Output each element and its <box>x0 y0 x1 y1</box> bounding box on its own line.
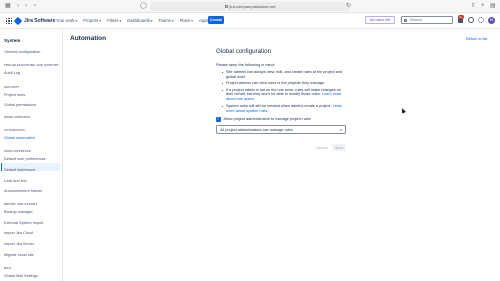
shield-icon[interactable]: ◯ <box>140 3 147 10</box>
cancel-button[interactable]: Cancel <box>314 144 329 151</box>
page-title: Automation <box>70 35 107 42</box>
address-bar[interactable]: jira.company.atlassian.net <box>150 2 350 11</box>
mouse-cursor <box>400 107 406 114</box>
search-input[interactable]: Search <box>401 16 453 24</box>
sidebar-item-global-permissions[interactable]: Global permissions <box>4 103 36 107</box>
list-item-text: System rules will still be created when … <box>226 103 333 108</box>
forward-icon[interactable]: › <box>25 3 27 10</box>
help-icon[interactable] <box>468 17 474 23</box>
intro-text: Please keep the following in mind: <box>216 62 275 67</box>
jira-logo-icon <box>13 16 23 26</box>
sidebar-item-import-jira-cloud[interactable]: Import Jira Cloud <box>4 231 33 235</box>
search-placeholder: Search <box>410 18 423 22</box>
allow-project-admins-row: ✓ Allow project administrators to manage… <box>216 117 311 122</box>
new-tab-icon[interactable]: + <box>481 3 485 10</box>
sidebar-item-default-dashboard[interactable]: Default dashboard <box>4 168 35 172</box>
sidebar-item-general-configuration[interactable]: General configuration <box>4 50 40 54</box>
back-icon[interactable]: ‹ <box>17 3 19 10</box>
list-item: Site admins can always view, edit, and c… <box>222 70 346 80</box>
avatar[interactable]: N <box>488 17 495 24</box>
menu-dashboards[interactable]: Dashboards <box>127 18 152 23</box>
sidebar-item-audit-log[interactable]: Audit Log <box>4 71 20 75</box>
menu-teams[interactable]: Teams <box>159 18 174 23</box>
project-admins-scope-select[interactable]: All project administrators can manage ru… <box>216 125 346 134</box>
list-item-text: Site admins can always view, edit, and c… <box>226 70 343 79</box>
share-icon[interactable]: ⇧ <box>471 3 476 10</box>
sidebar-toggle-icon[interactable]: ▦ <box>5 3 11 10</box>
browser-toolbar: ▦ ‹ › ▫ ◯ jira.company.atlassian.net ↻ ⇧… <box>0 0 500 13</box>
sidebar-section-security: SECURITY <box>4 85 20 89</box>
search-icon <box>404 18 407 22</box>
menu-plans[interactable]: Plans <box>180 18 193 23</box>
menu-your-work[interactable]: Your work <box>56 18 77 23</box>
sidebar-title: System <box>4 38 21 43</box>
tabs-overview-icon[interactable]: ▫ <box>34 3 36 10</box>
sidebar-item-import-jira-server[interactable]: Import Jira Server <box>4 242 34 246</box>
sidebar-item-look-and-feel[interactable]: Look and feel <box>4 179 27 183</box>
lock-icon <box>224 5 228 9</box>
jira-logo[interactable]: Jira Software <box>13 16 56 26</box>
top-navigation: Jira Software Your work Projects Filters… <box>0 13 500 29</box>
list-item: If a project admin is set as the rule ac… <box>222 88 346 103</box>
reload-icon[interactable]: ↻ <box>346 3 351 10</box>
sidebar-item-backup-manager[interactable]: Backup manager <box>4 210 33 214</box>
select-value: All project administrators can manage ru… <box>220 128 293 132</box>
chevron-down-icon: ▾ <box>340 128 342 132</box>
sidebar-section-automation: AUTOMATION <box>4 128 25 132</box>
allow-project-admins-checkbox[interactable]: ✓ <box>216 117 221 122</box>
save-button[interactable]: Save <box>332 144 346 151</box>
sidebar-item-project-roles[interactable]: Project roles <box>4 93 25 97</box>
url-text: jira.company.atlassian.net <box>229 4 276 9</box>
menu-filters[interactable]: Filters <box>107 18 121 23</box>
create-button[interactable]: Create <box>208 16 224 24</box>
allow-project-admins-label[interactable]: Allow project administrators to manage p… <box>224 117 311 121</box>
notifications-badge: 9+ <box>458 14 464 19</box>
main-menu: Your work Projects Filters Dashboards Te… <box>56 18 211 23</box>
sidebar-item-external-system-import[interactable]: External System Import <box>4 221 43 225</box>
sidebar: System General configuration TROUBLESHOO… <box>0 29 63 281</box>
sidebar-section-mail: MAIL <box>4 266 12 270</box>
sidebar-section-user-interface: USER INTERFACE <box>4 149 32 153</box>
return-to-list-link[interactable]: Return to list <box>466 37 487 41</box>
list-item: Project admins can view rules in the pro… <box>222 81 346 86</box>
sidebar-item-issue-collectors[interactable]: Issue collectors <box>4 115 30 119</box>
sidebar-item-default-user-preferences[interactable]: Default user preferences <box>4 157 46 161</box>
app-switcher-icon[interactable] <box>6 18 12 24</box>
list-item: System rules will still be created when … <box>222 104 346 114</box>
list-item-text: Project admins can view rules in the pro… <box>226 81 325 86</box>
sidebar-item-global-mail-settings[interactable]: Global Mail Settings <box>4 274 38 278</box>
sidebar-item-migrate-cloud-site[interactable]: Migrate cloud site <box>4 253 34 257</box>
sidebar-item-announcement-banner[interactable]: Announcement banner <box>4 189 42 193</box>
menu-projects[interactable]: Projects <box>83 18 101 23</box>
sidebar-item-global-automation[interactable]: Global automation <box>4 136 35 140</box>
section-title: Global configuration <box>216 48 272 55</box>
logo-text: Jira Software <box>24 18 56 24</box>
trial-button[interactable]: No users left <box>365 16 395 24</box>
tab-grid-icon[interactable]: ▤ <box>490 3 496 10</box>
sidebar-section-troubleshooting: TROUBLESHOOTING AND SUPPORT <box>4 63 59 67</box>
sidebar-section-import-export: IMPORT AND EXPORT <box>4 202 38 206</box>
settings-gear-icon[interactable] <box>478 17 484 23</box>
guidelines-list: Site admins can always view, edit, and c… <box>222 70 346 115</box>
